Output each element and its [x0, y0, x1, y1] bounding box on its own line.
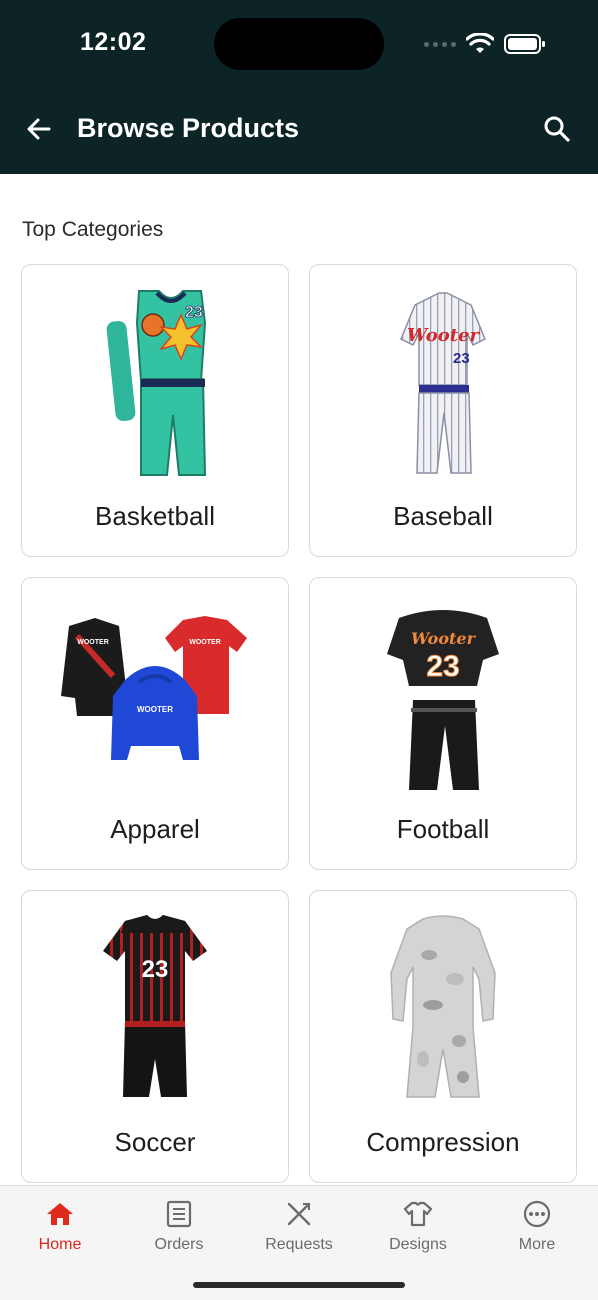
arrow-left-icon	[27, 118, 51, 140]
football-script: Wooter	[411, 629, 477, 648]
apparel-brand-3: WOOTER	[137, 705, 173, 714]
nav-label: Designs	[389, 1236, 447, 1253]
nav-home[interactable]: Home	[5, 1198, 115, 1254]
basketball-number: 23	[185, 304, 203, 321]
search-button[interactable]	[540, 112, 574, 146]
apparel-image: WOOTER WOOTER WOOTER	[22, 596, 288, 796]
nav-label: Orders	[154, 1236, 204, 1253]
home-icon	[44, 1198, 76, 1230]
dynamic-island	[214, 18, 384, 70]
nav-more[interactable]: More	[482, 1198, 592, 1254]
compression-suit-image	[310, 909, 576, 1109]
wifi-icon	[466, 33, 494, 53]
search-icon	[544, 116, 570, 142]
category-label: Apparel	[110, 814, 200, 844]
status-time: 12:02	[80, 28, 147, 56]
nav-designs[interactable]: Designs	[363, 1198, 473, 1254]
category-card-apparel[interactable]: WOOTER WOOTER WOOTER Apparel	[21, 577, 289, 870]
battery-icon	[504, 34, 545, 54]
page-title: Browse Products	[77, 113, 300, 143]
category-label: Compression	[366, 1127, 520, 1157]
nav-label: More	[518, 1236, 556, 1253]
designs-icon	[402, 1198, 434, 1230]
app-header: 12:02 Browse Products	[0, 0, 598, 174]
apparel-brand-2: WOOTER	[189, 639, 221, 646]
category-card-baseball[interactable]: Wooter 23 Baseball	[309, 264, 577, 557]
category-card-basketball[interactable]: 23 Basketball	[21, 264, 289, 557]
signal-icon	[424, 41, 456, 47]
category-label: Football	[396, 814, 490, 844]
soccer-uniform-image: 23	[22, 909, 288, 1109]
baseball-number: 23	[453, 350, 470, 367]
home-indicator[interactable]	[193, 1282, 405, 1288]
back-button[interactable]	[22, 112, 56, 146]
more-icon	[521, 1198, 553, 1230]
category-label: Basketball	[95, 501, 215, 531]
category-card-football[interactable]: Wooter 23 Football	[309, 577, 577, 870]
category-card-soccer[interactable]: 23 Soccer	[21, 890, 289, 1183]
soccer-number: 23	[142, 956, 169, 983]
category-label: Baseball	[393, 501, 493, 531]
section-title: Top Categories	[22, 218, 164, 241]
nav-label: Requests	[265, 1236, 333, 1253]
nav-label: Home	[38, 1236, 82, 1253]
nav-requests[interactable]: Requests	[244, 1198, 354, 1254]
apparel-brand-1: WOOTER	[77, 639, 109, 646]
basketball-uniform-image: 23	[22, 283, 288, 483]
category-card-compression[interactable]: Compression	[309, 890, 577, 1183]
baseball-uniform-image: Wooter 23	[310, 283, 576, 483]
category-label: Soccer	[114, 1127, 196, 1157]
requests-icon	[283, 1198, 315, 1230]
football-number: 23	[426, 650, 459, 683]
football-uniform-image: Wooter 23	[310, 596, 576, 796]
nav-orders[interactable]: Orders	[124, 1198, 234, 1254]
status-icons	[424, 30, 546, 58]
orders-icon	[163, 1198, 195, 1230]
baseball-script: Wooter	[407, 325, 481, 346]
